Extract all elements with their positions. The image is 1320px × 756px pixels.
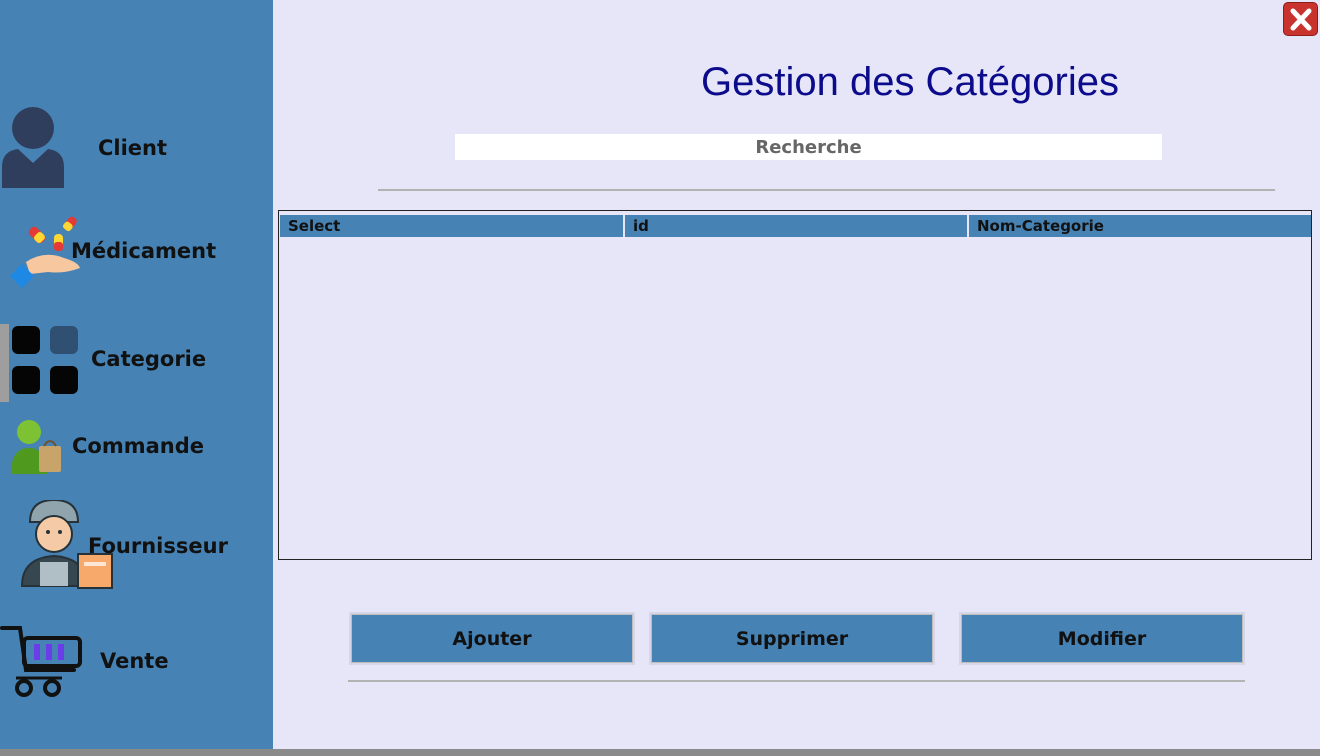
table-header: Select id Nom-Categorie: [280, 215, 1311, 237]
active-indicator: [0, 324, 9, 402]
bottom-bar: [0, 749, 1320, 756]
sidebar-item-label: Categorie: [91, 347, 207, 371]
sidebar-item-fournisseur[interactable]: Fournisseur: [0, 498, 273, 590]
search-input[interactable]: [455, 134, 1162, 160]
column-header-id[interactable]: id: [625, 215, 969, 237]
sidebar-item-vente[interactable]: Vente: [0, 620, 273, 700]
column-header-nom-categorie[interactable]: Nom-Categorie: [969, 215, 1311, 237]
grid-icon: [12, 326, 82, 401]
sidebar-item-label: Commande: [72, 434, 204, 458]
shopping-user-icon: [9, 418, 65, 481]
sidebar-item-client[interactable]: Client: [0, 105, 273, 190]
edit-button[interactable]: Modifier: [959, 612, 1245, 665]
sidebar-item-medicament[interactable]: Médicament: [0, 212, 273, 290]
cart-icon: [0, 620, 86, 705]
close-icon: [1284, 3, 1318, 41]
divider: [378, 189, 1275, 191]
sidebar-item-label: Client: [98, 136, 168, 160]
add-button[interactable]: Ajouter: [349, 612, 635, 665]
sidebar: Client Médicament Categorie Commande Fou…: [0, 0, 273, 749]
sidebar-item-label: Médicament: [71, 239, 217, 263]
person-icon: [0, 105, 66, 195]
delete-button[interactable]: Supprimer: [649, 612, 935, 665]
close-button[interactable]: [1283, 2, 1318, 36]
divider: [348, 680, 1245, 682]
sidebar-item-label: Vente: [100, 649, 169, 673]
sidebar-item-label: Fournisseur: [88, 534, 228, 558]
column-header-select[interactable]: Select: [280, 215, 625, 237]
sidebar-item-commande[interactable]: Commande: [0, 418, 273, 476]
categories-table[interactable]: Select id Nom-Categorie: [278, 210, 1312, 560]
sidebar-item-categorie[interactable]: Categorie: [0, 322, 273, 404]
page-title: Gestion des Catégories: [700, 60, 1119, 104]
